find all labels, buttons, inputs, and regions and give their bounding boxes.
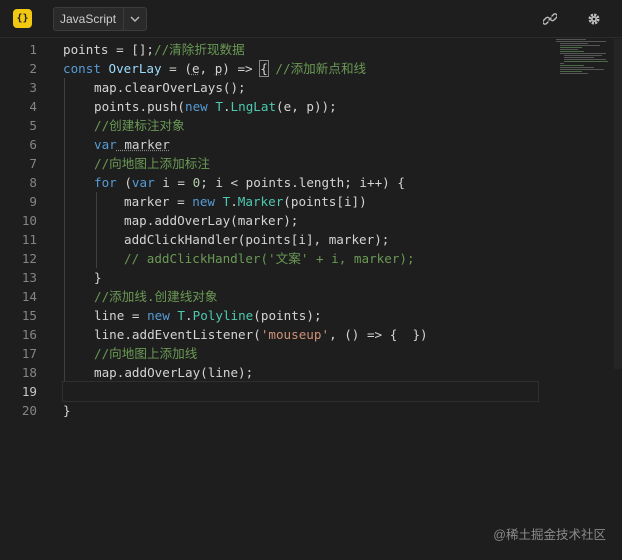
code-line-13[interactable]: } <box>63 268 543 287</box>
code-line-8[interactable]: for (var i = 0; i < points.length; i++) … <box>63 173 543 192</box>
minimap-line <box>560 51 584 52</box>
code-line-3[interactable]: map.clearOverLays(); <box>63 78 543 97</box>
line-number: 11 <box>21 232 37 247</box>
code-line-1[interactable]: points = [];//清除折现数据 <box>63 40 543 59</box>
line-number-gutter: 1 2 3 4 5 6 7 8 9 10 11 12 13 14 15 16 1… <box>0 40 48 420</box>
minimap-line <box>560 63 564 64</box>
minimap-line <box>564 61 608 62</box>
minimap-line <box>564 59 606 60</box>
minimap-line <box>560 49 578 50</box>
language-select[interactable]: JavaScript <box>53 7 147 31</box>
minimap-line <box>560 43 588 44</box>
minimap-line <box>564 57 594 58</box>
vertical-scrollbar[interactable] <box>614 39 622 369</box>
code-line-7[interactable]: //向地图上添加标注 <box>63 154 543 173</box>
line-number: 9 <box>29 194 37 209</box>
minimap-line <box>560 67 594 68</box>
editor-toolbar: {} JavaScript <box>0 0 622 38</box>
code-line-20[interactable]: } <box>63 401 543 420</box>
minimap-line <box>564 55 602 56</box>
gear-icon[interactable] <box>585 10 603 28</box>
line-number: 16 <box>21 327 37 342</box>
code-line-15[interactable]: line = new T.Polyline(points); <box>63 306 543 325</box>
code-line-19-active[interactable] <box>62 381 539 402</box>
code-line-6[interactable]: var marker <box>63 135 543 154</box>
minimap-line <box>560 69 604 70</box>
line-number: 4 <box>29 99 37 114</box>
code-line-11[interactable]: addClickHandler(points[i], marker); <box>63 230 543 249</box>
line-number: 7 <box>29 156 37 171</box>
minimap-line <box>560 71 582 72</box>
minimap-line <box>560 73 588 74</box>
line-number: 14 <box>21 289 37 304</box>
line-number: 8 <box>29 175 37 190</box>
code-line-18[interactable]: map.addOverLay(line); <box>63 363 543 382</box>
link-icon[interactable] <box>541 10 559 28</box>
line-number: 15 <box>21 308 37 323</box>
minimap-line <box>556 39 586 40</box>
watermark: @稀土掘金技术社区 <box>493 528 606 542</box>
matched-bracket: { <box>259 60 269 77</box>
code-line-17[interactable]: //向地图上添加线 <box>63 344 543 363</box>
minimap[interactable] <box>556 39 612 83</box>
language-label: JavaScript <box>60 12 117 26</box>
code-line-9[interactable]: marker = new T.Marker(points[i]) <box>63 192 543 211</box>
line-number: 20 <box>21 403 37 418</box>
code-line-2[interactable]: const OverLay = (e, p) => { //添加新点和线 <box>63 59 543 78</box>
line-number: 13 <box>21 270 37 285</box>
minimap-line <box>556 41 606 42</box>
code-line-4[interactable]: points.push(new T.LngLat(e, p)); <box>63 97 543 116</box>
line-number: 3 <box>29 80 37 95</box>
minimap-line <box>560 53 606 54</box>
line-number-active: 19 <box>21 384 37 399</box>
line-number: 5 <box>29 118 37 133</box>
line-number: 6 <box>29 137 37 152</box>
code-line-12[interactable]: // addClickHandler('文案' + i, marker); <box>63 249 543 268</box>
line-number: 18 <box>21 365 37 380</box>
chevron-down-icon[interactable] <box>124 16 146 22</box>
code-line-10[interactable]: map.addOverLay(marker); <box>63 211 543 230</box>
code-lines[interactable]: points = [];//清除折现数据 const OverLay = (e,… <box>62 40 543 420</box>
js-logo-icon: {} <box>13 9 32 28</box>
line-number: 2 <box>29 61 37 76</box>
code-line-14[interactable]: //添加线.创建线对象 <box>63 287 543 306</box>
line-number: 12 <box>21 251 37 266</box>
code-line-16[interactable]: line.addEventListener('mouseup', () => {… <box>63 325 543 344</box>
line-number: 1 <box>29 42 37 57</box>
code-editor[interactable]: 1 2 3 4 5 6 7 8 9 10 11 12 13 14 15 16 1… <box>0 39 622 560</box>
minimap-line <box>560 45 600 46</box>
minimap-line <box>560 65 584 66</box>
code-line-5[interactable]: //创建标注对象 <box>63 116 543 135</box>
line-number: 17 <box>21 346 37 361</box>
minimap-line <box>560 47 582 48</box>
line-number: 10 <box>21 213 37 228</box>
